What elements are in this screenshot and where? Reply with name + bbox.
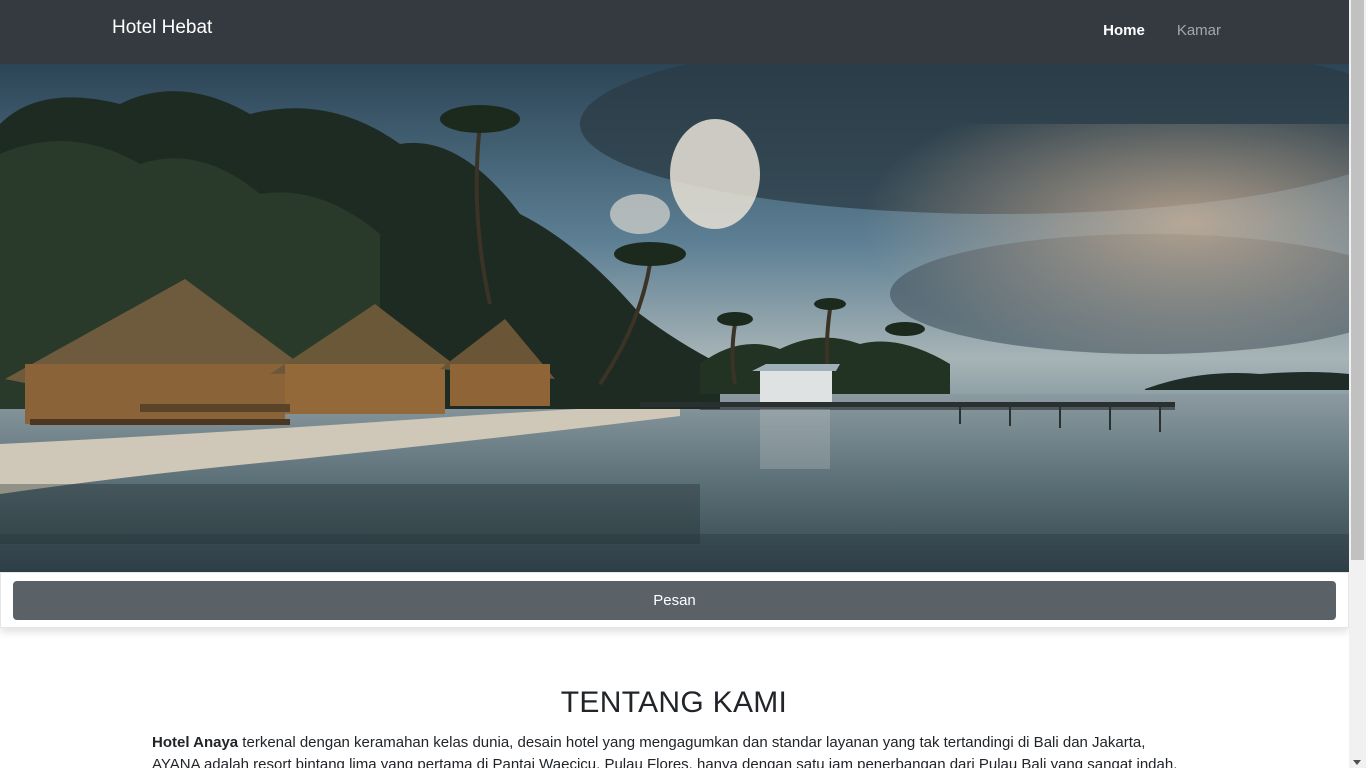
nav-home-link[interactable]: Home [1071, 22, 1145, 39]
vertical-scrollbar[interactable] [1349, 0, 1366, 768]
page: Hotel Hebat Home Kamar Pesan TENTANG KAM… [0, 0, 1349, 768]
beach-resort-photo [0, 64, 1349, 572]
order-button[interactable]: Pesan [13, 581, 1336, 620]
brand-link[interactable]: Hotel Hebat [112, 17, 212, 39]
scrollbar-thumb[interactable] [1351, 0, 1364, 560]
about-text: Hotel Anaya terkenal dengan keramahan ke… [152, 732, 1196, 768]
nav-kamar-link[interactable]: Kamar [1145, 22, 1221, 39]
hero-image [0, 64, 1349, 572]
order-card: Pesan [0, 572, 1349, 628]
scroll-down-arrow-icon[interactable] [1353, 760, 1361, 765]
about-title: TENTANG KAMI [560, 686, 788, 719]
about-section: TENTANG KAMI Hotel Anaya terkenal dengan… [0, 628, 1349, 768]
nav-links: Home Kamar [1071, 22, 1221, 39]
hotel-name: Hotel Anaya [152, 734, 239, 751]
navbar: Hotel Hebat Home Kamar [0, 0, 1349, 64]
about-description: terkenal dengan keramahan kelas dunia, d… [152, 734, 1178, 768]
